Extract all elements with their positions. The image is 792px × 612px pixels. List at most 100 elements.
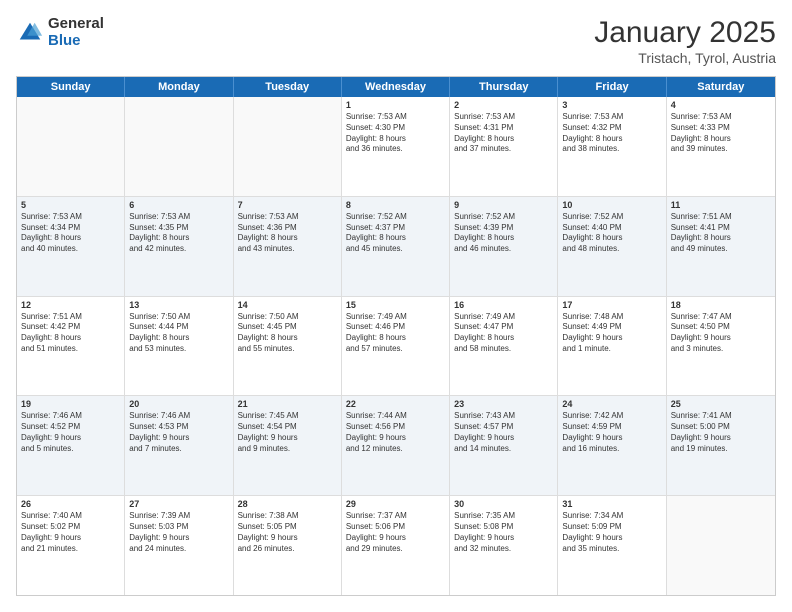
weekday-header: Tuesday	[234, 77, 342, 97]
calendar-cell: 1 Sunrise: 7:53 AM Sunset: 4:30 PM Daylig…	[342, 97, 450, 196]
page-header: General Blue January 2025 Tristach, Tyro…	[16, 16, 776, 66]
calendar-cell: 9 Sunrise: 7:52 AM Sunset: 4:39 PM Daylig…	[450, 197, 558, 296]
day-info: Sunrise: 7:50 AM Sunset: 4:44 PM Dayligh…	[129, 312, 228, 355]
calendar-row: 12Sunrise: 7:51 AM Sunset: 4:42 PM Dayli…	[17, 297, 775, 397]
calendar-cell: 28 Sunrise: 7:38 AM Sunset: 5:05 PM Dayli…	[234, 496, 342, 595]
day-info: Sunrise: 7:35 AM Sunset: 5:08 PM Dayligh…	[454, 511, 553, 554]
calendar-cell: 11Sunrise: 7:51 AM Sunset: 4:41 PM Dayli…	[667, 197, 775, 296]
day-number: 1	[346, 100, 445, 110]
calendar-cell: 18Sunrise: 7:47 AM Sunset: 4:50 PM Dayli…	[667, 297, 775, 396]
day-info: Sunrise: 7:53 AM Sunset: 4:31 PM Dayligh…	[454, 112, 553, 155]
calendar-cell: 27 Sunrise: 7:39 AM Sunset: 5:03 PM Dayli…	[125, 496, 233, 595]
day-info: Sunrise: 7:49 AM Sunset: 4:46 PM Dayligh…	[346, 312, 445, 355]
calendar-cell: 14Sunrise: 7:50 AM Sunset: 4:45 PM Dayli…	[234, 297, 342, 396]
calendar-cell: 19 Sunrise: 7:46 AM Sunset: 4:52 PM Dayli…	[17, 396, 125, 495]
day-number: 13	[129, 300, 228, 310]
day-number: 6	[129, 200, 228, 210]
day-number: 17	[562, 300, 661, 310]
day-info: Sunrise: 7:37 AM Sunset: 5:06 PM Dayligh…	[346, 511, 445, 554]
day-info: Sunrise: 7:44 AM Sunset: 4:56 PM Dayligh…	[346, 411, 445, 454]
day-number: 3	[562, 100, 661, 110]
calendar-cell: 21 Sunrise: 7:45 AM Sunset: 4:54 PM Dayli…	[234, 396, 342, 495]
day-number: 5	[21, 200, 120, 210]
weekday-header: Thursday	[450, 77, 558, 97]
calendar-cell: 8 Sunrise: 7:52 AM Sunset: 4:37 PM Daylig…	[342, 197, 450, 296]
calendar-cell: 6Sunrise: 7:53 AM Sunset: 4:35 PM Daylig…	[125, 197, 233, 296]
day-info: Sunrise: 7:42 AM Sunset: 4:59 PM Dayligh…	[562, 411, 661, 454]
day-info: Sunrise: 7:53 AM Sunset: 4:32 PM Dayligh…	[562, 112, 661, 155]
day-info: Sunrise: 7:43 AM Sunset: 4:57 PM Dayligh…	[454, 411, 553, 454]
logo-icon	[16, 19, 44, 47]
logo: General Blue	[16, 16, 104, 49]
calendar-header: SundayMondayTuesdayWednesdayThursdayFrid…	[17, 77, 775, 97]
calendar-cell: 15 Sunrise: 7:49 AM Sunset: 4:46 PM Dayli…	[342, 297, 450, 396]
logo-text: General Blue	[48, 16, 104, 49]
day-info: Sunrise: 7:39 AM Sunset: 5:03 PM Dayligh…	[129, 511, 228, 554]
day-number: 28	[238, 499, 337, 509]
calendar-cell: 22 Sunrise: 7:44 AM Sunset: 4:56 PM Dayli…	[342, 396, 450, 495]
logo-general: General	[48, 16, 104, 33]
calendar-cell	[234, 97, 342, 196]
day-number: 4	[671, 100, 771, 110]
calendar-page: General Blue January 2025 Tristach, Tyro…	[0, 0, 792, 612]
calendar-cell: 20Sunrise: 7:46 AM Sunset: 4:53 PM Dayli…	[125, 396, 233, 495]
calendar-row: 1 Sunrise: 7:53 AM Sunset: 4:30 PM Daylig…	[17, 97, 775, 197]
day-info: Sunrise: 7:48 AM Sunset: 4:49 PM Dayligh…	[562, 312, 661, 355]
calendar-cell: 23 Sunrise: 7:43 AM Sunset: 4:57 PM Dayli…	[450, 396, 558, 495]
day-number: 18	[671, 300, 771, 310]
day-number: 29	[346, 499, 445, 509]
weekday-header: Wednesday	[342, 77, 450, 97]
calendar-cell: 26 Sunrise: 7:40 AM Sunset: 5:02 PM Dayli…	[17, 496, 125, 595]
month-title: January 2025	[594, 16, 776, 50]
day-number: 10	[562, 200, 661, 210]
day-number: 12	[21, 300, 120, 310]
calendar: SundayMondayTuesdayWednesdayThursdayFrid…	[16, 76, 776, 596]
day-info: Sunrise: 7:52 AM Sunset: 4:40 PM Dayligh…	[562, 212, 661, 255]
calendar-cell: 31Sunrise: 7:34 AM Sunset: 5:09 PM Dayli…	[558, 496, 666, 595]
calendar-cell: 4 Sunrise: 7:53 AM Sunset: 4:33 PM Daylig…	[667, 97, 775, 196]
calendar-body: 1 Sunrise: 7:53 AM Sunset: 4:30 PM Daylig…	[17, 97, 775, 595]
calendar-cell: 7 Sunrise: 7:53 AM Sunset: 4:36 PM Daylig…	[234, 197, 342, 296]
day-info: Sunrise: 7:53 AM Sunset: 4:36 PM Dayligh…	[238, 212, 337, 255]
calendar-cell: 30 Sunrise: 7:35 AM Sunset: 5:08 PM Dayli…	[450, 496, 558, 595]
calendar-cell: 17 Sunrise: 7:48 AM Sunset: 4:49 PM Dayli…	[558, 297, 666, 396]
title-block: January 2025 Tristach, Tyrol, Austria	[594, 16, 776, 66]
day-info: Sunrise: 7:52 AM Sunset: 4:37 PM Dayligh…	[346, 212, 445, 255]
calendar-cell	[667, 496, 775, 595]
calendar-cell: 25Sunrise: 7:41 AM Sunset: 5:00 PM Dayli…	[667, 396, 775, 495]
day-number: 21	[238, 399, 337, 409]
location-title: Tristach, Tyrol, Austria	[594, 50, 776, 66]
calendar-cell: 2 Sunrise: 7:53 AM Sunset: 4:31 PM Daylig…	[450, 97, 558, 196]
calendar-cell: 5Sunrise: 7:53 AM Sunset: 4:34 PM Daylig…	[17, 197, 125, 296]
calendar-cell: 16 Sunrise: 7:49 AM Sunset: 4:47 PM Dayli…	[450, 297, 558, 396]
day-number: 15	[346, 300, 445, 310]
calendar-row: 19 Sunrise: 7:46 AM Sunset: 4:52 PM Dayli…	[17, 396, 775, 496]
calendar-cell	[125, 97, 233, 196]
day-number: 20	[129, 399, 228, 409]
calendar-cell: 29 Sunrise: 7:37 AM Sunset: 5:06 PM Dayli…	[342, 496, 450, 595]
calendar-cell: 12Sunrise: 7:51 AM Sunset: 4:42 PM Dayli…	[17, 297, 125, 396]
weekday-header: Friday	[558, 77, 666, 97]
day-number: 9	[454, 200, 553, 210]
day-number: 22	[346, 399, 445, 409]
day-number: 7	[238, 200, 337, 210]
day-number: 30	[454, 499, 553, 509]
day-number: 26	[21, 499, 120, 509]
day-info: Sunrise: 7:53 AM Sunset: 4:33 PM Dayligh…	[671, 112, 771, 155]
day-number: 23	[454, 399, 553, 409]
day-info: Sunrise: 7:49 AM Sunset: 4:47 PM Dayligh…	[454, 312, 553, 355]
day-info: Sunrise: 7:46 AM Sunset: 4:52 PM Dayligh…	[21, 411, 120, 454]
day-info: Sunrise: 7:51 AM Sunset: 4:41 PM Dayligh…	[671, 212, 771, 255]
day-number: 19	[21, 399, 120, 409]
day-info: Sunrise: 7:40 AM Sunset: 5:02 PM Dayligh…	[21, 511, 120, 554]
calendar-row: 5Sunrise: 7:53 AM Sunset: 4:34 PM Daylig…	[17, 197, 775, 297]
weekday-header: Monday	[125, 77, 233, 97]
day-number: 2	[454, 100, 553, 110]
day-number: 27	[129, 499, 228, 509]
day-number: 16	[454, 300, 553, 310]
day-number: 8	[346, 200, 445, 210]
day-info: Sunrise: 7:45 AM Sunset: 4:54 PM Dayligh…	[238, 411, 337, 454]
day-info: Sunrise: 7:52 AM Sunset: 4:39 PM Dayligh…	[454, 212, 553, 255]
day-info: Sunrise: 7:38 AM Sunset: 5:05 PM Dayligh…	[238, 511, 337, 554]
day-info: Sunrise: 7:53 AM Sunset: 4:30 PM Dayligh…	[346, 112, 445, 155]
